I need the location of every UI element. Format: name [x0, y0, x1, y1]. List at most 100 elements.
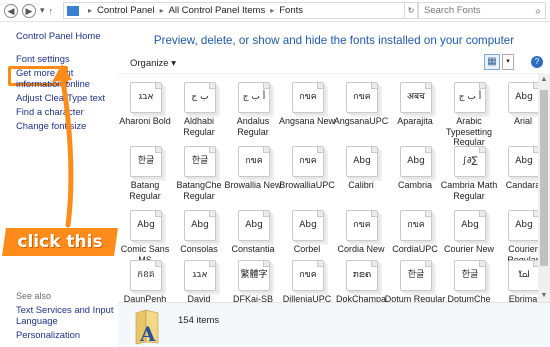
help-icon[interactable]: ? [531, 56, 543, 68]
font-sample: Abg [299, 220, 317, 230]
font-item[interactable]: កខគDaunPenh Regular [118, 260, 172, 302]
toolbar: Organize ▾ ▦ ▾ ? [118, 52, 544, 74]
font-name: AngsanaUPC [333, 116, 389, 126]
font-sample: กขค [407, 220, 425, 230]
page-fold-icon [317, 83, 323, 89]
font-file-icon: 한글 [130, 146, 162, 177]
font-item[interactable]: 繁體字 DFKai-SB Regular [226, 260, 280, 302]
view-icon[interactable]: ▦ [484, 54, 500, 70]
page-fold-icon [155, 83, 161, 89]
annotation-text: click this [17, 232, 103, 252]
recent-dropdown-icon[interactable]: ▾ [40, 5, 45, 16]
font-item[interactable]: กขค BrowalliaUPC [279, 146, 335, 208]
font-name: Angsana New [278, 116, 336, 126]
page-fold-icon [479, 261, 485, 267]
item-count: 154 items [178, 315, 220, 326]
up-icon[interactable]: ↑ [49, 6, 54, 16]
font-item[interactable]: אבג Aharoni Bold [118, 82, 172, 144]
page-fold-icon [425, 211, 431, 217]
page-fold-icon [479, 211, 485, 217]
font-item[interactable]: ກຂຄ DokChampa Regular [334, 260, 388, 302]
font-name: Cambria Math Regular [440, 180, 498, 201]
font-item[interactable]: กขค Browallia New [224, 146, 282, 208]
sidebar-link-text-services[interactable]: Text Services and Input Language [16, 304, 116, 326]
font-item[interactable]: 한글 DotumChe Regular [442, 260, 496, 302]
font-item[interactable]: 한글 Dotum Regular [385, 260, 445, 302]
font-item[interactable]: أ ب ج Andalus Regular [226, 82, 280, 144]
font-sample: 한글 [461, 270, 479, 280]
breadcrumb-fonts[interactable]: Fonts [279, 5, 303, 16]
address-bar: ◀ ▶ ▾ ↑ ▸ Control Panel ▸ All Control Pa… [0, 0, 550, 22]
font-file-icon: 한글 [184, 146, 216, 177]
font-file-icon: Abg [130, 210, 162, 241]
breadcrumb-control-panel[interactable]: Control Panel [97, 5, 155, 16]
font-item[interactable]: Abg Cambria [388, 146, 442, 208]
scroll-up-icon[interactable]: ▲ [538, 74, 550, 86]
scroll-down-icon[interactable]: ▼ [538, 290, 550, 302]
font-name: Cambria [397, 180, 432, 190]
sidebar-link-personalization[interactable]: Personalization [16, 329, 80, 340]
font-sample: अबच [407, 92, 425, 102]
font-name: Candara [505, 180, 538, 190]
page-fold-icon [479, 147, 485, 153]
view-dropdown-icon[interactable]: ▾ [502, 54, 514, 70]
page-fold-icon [209, 147, 215, 153]
font-file-icon: Abg [238, 210, 270, 241]
search-input[interactable]: Search Fonts ⌕ [418, 2, 546, 19]
font-item[interactable]: 한글 BatangChe Regular [172, 146, 226, 208]
breadcrumb[interactable]: ▸ Control Panel ▸ All Control Panel Item… [63, 2, 405, 19]
font-sample: ب ج [191, 92, 209, 102]
font-file-icon: ߊߋߌ [508, 260, 538, 291]
font-name: Aldhabi Regular [183, 116, 215, 137]
annotation-callout: click this [2, 228, 118, 256]
font-file-icon: กขค [238, 146, 270, 177]
font-file-icon: Abg [508, 82, 538, 113]
font-file-icon: កខគ [130, 260, 162, 291]
font-file-icon: กขค [292, 146, 324, 177]
page-fold-icon [425, 147, 431, 153]
breadcrumb-separator-icon: ▸ [88, 6, 93, 15]
breadcrumb-all-items[interactable]: All Control Panel Items [169, 5, 266, 16]
vertical-scrollbar[interactable]: ▲ ▼ [538, 74, 550, 302]
font-name: DotumChe Regular [447, 294, 491, 302]
font-file-icon: أ ب ج [238, 82, 270, 113]
font-item[interactable]: Abg Candara [496, 146, 538, 208]
font-item[interactable]: ∫∂∑ Cambria Math Regular [441, 146, 497, 208]
page-fold-icon [155, 147, 161, 153]
page-fold-icon [317, 261, 323, 267]
scrollbar-thumb[interactable] [540, 90, 548, 266]
sidebar-link-control-panel-home[interactable]: Control Panel Home [16, 30, 100, 41]
font-file-icon: ກຂຄ [346, 260, 378, 291]
font-file-icon: Abg [454, 210, 486, 241]
font-item[interactable]: אבג David [172, 260, 226, 302]
page-fold-icon [155, 261, 161, 267]
font-name: David [187, 294, 211, 302]
page-fold-icon [209, 261, 215, 267]
font-sample: Abg [461, 220, 479, 230]
font-file-icon: กขค [292, 260, 324, 291]
font-item[interactable]: Abg Arial [496, 82, 538, 144]
font-item[interactable]: أ ب ج Arabic Typesetting Regular [442, 82, 496, 147]
font-item[interactable]: 한글 Batang Regular [118, 146, 172, 208]
font-file-icon: กขค [292, 82, 324, 113]
font-item[interactable]: ب ج Aldhabi Regular [172, 82, 226, 144]
font-name: DokChampa Regular [335, 294, 387, 302]
font-name: Aparajita [397, 116, 433, 126]
organize-button[interactable]: Organize ▾ [130, 58, 176, 69]
font-sample: กขค [299, 156, 317, 166]
font-item[interactable]: กขค DilleniaUPC [280, 260, 334, 302]
font-item[interactable]: กขค AngsanaUPC [334, 82, 388, 144]
font-sample: กขค [299, 92, 317, 102]
font-sample: 한글 [191, 156, 209, 166]
page-fold-icon [371, 83, 377, 89]
page-fold-icon [263, 211, 269, 217]
back-icon[interactable]: ◀ [4, 3, 18, 18]
font-item[interactable]: กขค Angsana New [279, 82, 335, 144]
font-item[interactable]: अबच Aparajita [388, 82, 442, 144]
refresh-icon[interactable]: ↻ [405, 2, 418, 19]
font-file-icon: กขค [346, 82, 378, 113]
font-item[interactable]: ߊߋߌ Ebrima [496, 260, 538, 302]
font-name: Courier New [443, 244, 494, 254]
forward-icon[interactable]: ▶ [22, 3, 36, 18]
font-item[interactable]: Abg Calibri [334, 146, 388, 208]
